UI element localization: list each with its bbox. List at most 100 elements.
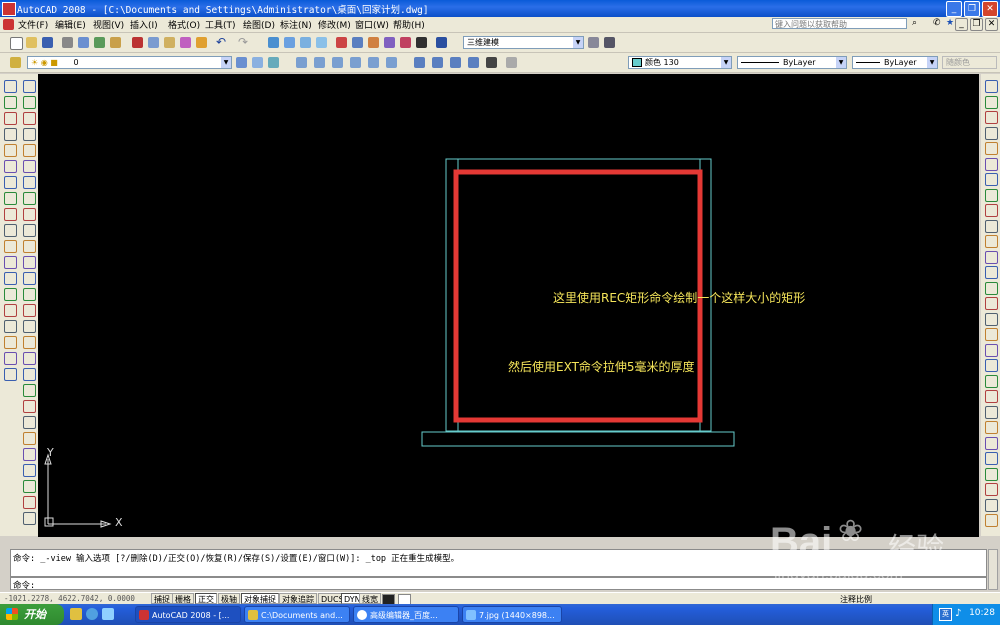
sphere-icon[interactable]	[23, 176, 36, 189]
section-plane-icon[interactable]	[23, 400, 36, 413]
workspace-settings-icon[interactable]	[588, 37, 599, 48]
save-icon[interactable]	[42, 37, 53, 48]
slice-icon[interactable]	[23, 352, 36, 365]
3d-rotate-icon[interactable]	[23, 432, 36, 445]
interfere-icon[interactable]	[23, 384, 36, 397]
ne-isometric-icon[interactable]	[450, 57, 461, 68]
autocad-app-icon[interactable]	[2, 2, 16, 16]
chamfer-icon[interactable]	[985, 297, 998, 310]
zoom-realtime-icon[interactable]	[284, 37, 295, 48]
otrack-toggle[interactable]: 对象追踪	[279, 593, 317, 604]
rotate-icon[interactable]	[985, 173, 998, 186]
linetype-dropdown[interactable]: ByLayer ▼	[737, 56, 847, 69]
wedge-icon[interactable]	[23, 112, 36, 125]
rectangle-icon[interactable]	[4, 144, 17, 157]
table-style-icon[interactable]	[985, 374, 998, 388]
explode-icon[interactable]	[985, 328, 998, 341]
join-icon[interactable]	[985, 281, 998, 295]
planar-surface-icon[interactable]	[23, 208, 36, 221]
loft-icon[interactable]	[23, 272, 36, 285]
table-icon[interactable]	[4, 352, 17, 365]
shell-icon[interactable]	[23, 496, 36, 509]
revolve-icon[interactable]	[23, 240, 36, 253]
menu-draw[interactable]: 绘图(D)	[243, 18, 275, 31]
fillet-icon[interactable]	[985, 312, 998, 326]
extrude-icon[interactable]	[23, 224, 36, 237]
pan-icon[interactable]	[268, 37, 279, 48]
left-view-icon[interactable]	[332, 57, 343, 68]
3d-print-icon[interactable]	[110, 37, 121, 48]
polysolid-icon[interactable]	[23, 80, 36, 93]
design-center-icon[interactable]	[352, 37, 363, 48]
osnap-toggle[interactable]: 对象捕捉	[241, 593, 279, 604]
color-dropdown[interactable]: 颜色 130 ▼	[628, 56, 732, 69]
undo-icon[interactable]: ↶	[216, 35, 226, 49]
box-icon[interactable]	[23, 96, 36, 109]
revision-cloud-icon[interactable]	[4, 192, 17, 205]
gradient-icon[interactable]	[4, 320, 17, 333]
multiline-style-icon[interactable]	[985, 467, 998, 481]
camera-icon[interactable]	[486, 57, 497, 68]
restore-button[interactable]: ❐	[964, 1, 980, 17]
thicken-icon[interactable]	[23, 368, 36, 381]
quick-launch-desktop-icon[interactable]	[102, 608, 114, 620]
dim-style-icon[interactable]	[985, 359, 998, 372]
quick-launch-ie-icon[interactable]	[86, 608, 98, 620]
print-icon[interactable]	[62, 37, 73, 48]
sw-isometric-icon[interactable]	[414, 57, 425, 68]
lengthen-icon[interactable]	[985, 498, 998, 512]
ellipse-icon[interactable]	[4, 224, 17, 237]
tool-palettes-icon[interactable]	[368, 37, 379, 48]
cut-icon[interactable]	[132, 37, 143, 48]
spline-icon[interactable]	[4, 208, 17, 221]
ortho-toggle[interactable]: 正交	[195, 593, 217, 604]
3d-align-icon[interactable]	[23, 448, 36, 461]
insert-block-icon[interactable]	[4, 256, 17, 269]
break-at-point-icon[interactable]	[985, 250, 998, 264]
command-input[interactable]: 命令:	[10, 577, 987, 591]
scale-icon[interactable]	[985, 188, 998, 202]
help-icon[interactable]	[436, 37, 447, 48]
lineweight-dropdown[interactable]: ByLayer ▼	[852, 56, 938, 69]
visual-style-icon[interactable]	[506, 57, 517, 68]
new-file-icon[interactable]	[10, 37, 23, 50]
region-icon[interactable]	[4, 336, 17, 349]
3d-move-icon[interactable]	[23, 416, 36, 429]
task-image-viewer[interactable]: 7.jpg (1440×898...	[462, 606, 562, 623]
block-editor-icon[interactable]	[196, 37, 207, 48]
flatshot-icon[interactable]	[23, 512, 36, 525]
zoom-previous-icon[interactable]	[316, 37, 327, 48]
task-autocad[interactable]: AutoCAD 2008 - [...	[135, 606, 241, 623]
task-explorer[interactable]: C:\Documents and...	[244, 606, 350, 623]
paste-icon[interactable]	[164, 37, 175, 48]
make-current-layer-icon[interactable]	[236, 57, 247, 68]
workspace-dropdown[interactable]: 三维建模 ▼	[463, 36, 584, 49]
layer-dropdown[interactable]: ☀ ◉ ■ 0 ▼	[27, 56, 232, 69]
menu-modify[interactable]: 修改(M)	[318, 18, 351, 31]
ddedit-icon[interactable]	[985, 483, 998, 496]
grid-toggle[interactable]: 栅格	[172, 593, 194, 604]
search-icon[interactable]: ⌕	[912, 18, 917, 28]
attach-xref-icon[interactable]	[985, 436, 998, 450]
back-view-icon[interactable]	[386, 57, 397, 68]
hatch-icon[interactable]	[4, 304, 17, 317]
circle-icon[interactable]	[4, 176, 17, 189]
snap-toggle[interactable]: 捕捉	[151, 593, 173, 604]
ime-indicator[interactable]: 英	[939, 608, 952, 621]
3d-array-icon[interactable]	[23, 464, 36, 477]
layer-previous-icon[interactable]	[252, 57, 263, 68]
align-icon[interactable]	[985, 514, 998, 527]
copy-icon[interactable]	[985, 95, 998, 109]
my-workspace-icon[interactable]	[604, 37, 615, 48]
imprint-icon[interactable]	[23, 480, 36, 493]
help-search-input[interactable]: 键入问题以获取帮助	[772, 18, 907, 29]
clock[interactable]: 10:28	[969, 608, 995, 618]
sheet-set-icon[interactable]	[384, 37, 395, 48]
menu-dimension[interactable]: 标注(N)	[280, 18, 312, 31]
copy-icon[interactable]	[148, 37, 159, 48]
point-icon[interactable]	[4, 288, 17, 301]
menu-file[interactable]: 文件(F)	[18, 18, 48, 31]
arc-icon[interactable]	[4, 160, 17, 173]
document-icon[interactable]	[3, 19, 14, 30]
right-view-icon[interactable]	[350, 57, 361, 68]
